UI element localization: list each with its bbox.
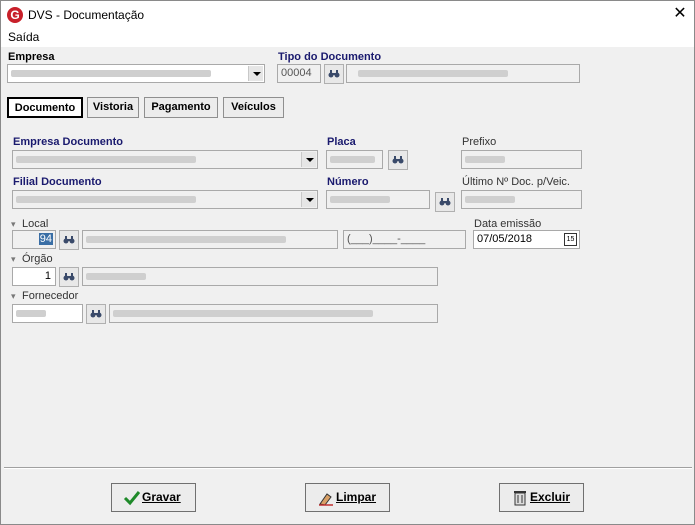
fornecedor-description-redacted	[113, 310, 373, 317]
empresa-documento-redacted	[16, 156, 196, 163]
gravar-label: Gravar	[142, 490, 181, 504]
local-code-value: 94	[38, 233, 53, 245]
orgao-code-field[interactable]: 1	[12, 267, 56, 286]
phone-field[interactable]: (___)____-____	[343, 230, 466, 249]
data-emissao-label: Data emissão	[474, 218, 542, 230]
chevron-down-icon[interactable]	[301, 192, 316, 207]
dvs-window: G DVS - Documentação ✕ Saída Empresa Tip…	[0, 0, 695, 525]
chevron-down-icon[interactable]	[248, 66, 263, 81]
binoculars-icon	[439, 198, 451, 206]
pin-icon: ▾	[11, 291, 16, 301]
tipo-documento-code-field[interactable]: 00004	[277, 64, 321, 83]
tipo-documento-description	[346, 64, 580, 83]
binoculars-icon	[90, 310, 102, 318]
fornecedor-description	[109, 304, 438, 323]
binoculars-icon	[328, 70, 340, 78]
numero-label: Número	[327, 176, 369, 188]
close-button[interactable]: ✕	[666, 1, 694, 29]
numero-value-redacted	[330, 196, 390, 203]
fornecedor-search-button[interactable]	[86, 304, 106, 324]
empresa-documento-select[interactable]	[12, 150, 318, 169]
data-emissao-value: 07/05/2018	[477, 233, 533, 245]
local-description	[82, 230, 338, 249]
tab-veiculos[interactable]: Veículos	[223, 97, 284, 118]
excluir-label: Excluir	[530, 490, 571, 504]
empresa-documento-label: Empresa Documento	[13, 136, 124, 148]
local-label: Local	[22, 218, 49, 230]
data-emissao-field[interactable]: 07/05/2018 15	[473, 230, 580, 249]
binoculars-icon	[63, 273, 75, 281]
tipo-documento-description-redacted	[358, 70, 508, 77]
checkmark-icon	[123, 491, 141, 506]
binoculars-icon	[392, 156, 404, 164]
orgao-label: Órgão	[22, 253, 53, 265]
prefixo-field[interactable]	[461, 150, 582, 169]
calendar-icon[interactable]: 15	[564, 233, 577, 246]
local-code-field[interactable]: 94	[12, 230, 56, 249]
menu-bar: Saída	[1, 29, 694, 47]
local-description-redacted	[86, 236, 286, 243]
window-title: DVS - Documentação	[28, 8, 145, 22]
numero-field[interactable]	[326, 190, 430, 209]
footer-divider	[4, 467, 692, 469]
empresa-label: Empresa	[8, 51, 55, 63]
prefixo-label: Prefixo	[462, 136, 497, 148]
filial-documento-redacted	[16, 196, 196, 203]
tab-pagamento[interactable]: Pagamento	[144, 97, 218, 118]
ultimo-doc-value-redacted	[465, 196, 515, 203]
tab-vistoria[interactable]: Vistoria	[87, 97, 139, 118]
menu-item-saida[interactable]: Saída	[8, 30, 39, 44]
fornecedor-label: Fornecedor	[22, 290, 79, 302]
chevron-down-icon[interactable]	[301, 152, 316, 167]
pin-icon: ▾	[11, 254, 16, 264]
filial-documento-label: Filial Documento	[13, 176, 102, 188]
limpar-button[interactable]: Limpar	[305, 483, 390, 512]
orgao-search-button[interactable]	[59, 267, 79, 287]
placa-label: Placa	[327, 136, 356, 148]
placa-value-redacted	[330, 156, 375, 163]
numero-search-button[interactable]	[435, 192, 455, 212]
ultimo-doc-field[interactable]	[461, 190, 582, 209]
tab-documento[interactable]: Documento	[7, 97, 83, 118]
app-logo-icon: G	[7, 7, 23, 23]
local-search-button[interactable]	[59, 230, 79, 250]
tipo-documento-search-button[interactable]	[324, 64, 344, 84]
trash-icon	[514, 491, 526, 506]
filial-documento-select[interactable]	[12, 190, 318, 209]
title-bar: G DVS - Documentação ✕	[1, 1, 694, 29]
prefixo-value-redacted	[465, 156, 505, 163]
placa-field[interactable]	[326, 150, 383, 169]
orgao-description	[82, 267, 438, 286]
fornecedor-code-field[interactable]	[12, 304, 83, 323]
fornecedor-code-redacted	[16, 310, 46, 317]
binoculars-icon	[63, 236, 75, 244]
placa-search-button[interactable]	[388, 150, 408, 170]
empresa-value-redacted	[11, 70, 211, 77]
excluir-button[interactable]: Excluir	[499, 483, 584, 512]
tipo-documento-label: Tipo do Documento	[278, 51, 382, 63]
ultimo-doc-label: Último Nº Doc. p/Veic.	[462, 176, 570, 188]
gravar-button[interactable]: Gravar	[111, 483, 196, 512]
limpar-label: Limpar	[336, 490, 377, 504]
orgao-description-redacted	[86, 273, 146, 280]
empresa-select[interactable]	[7, 64, 265, 83]
eraser-icon	[319, 493, 333, 506]
pin-icon: ▾	[11, 219, 16, 229]
